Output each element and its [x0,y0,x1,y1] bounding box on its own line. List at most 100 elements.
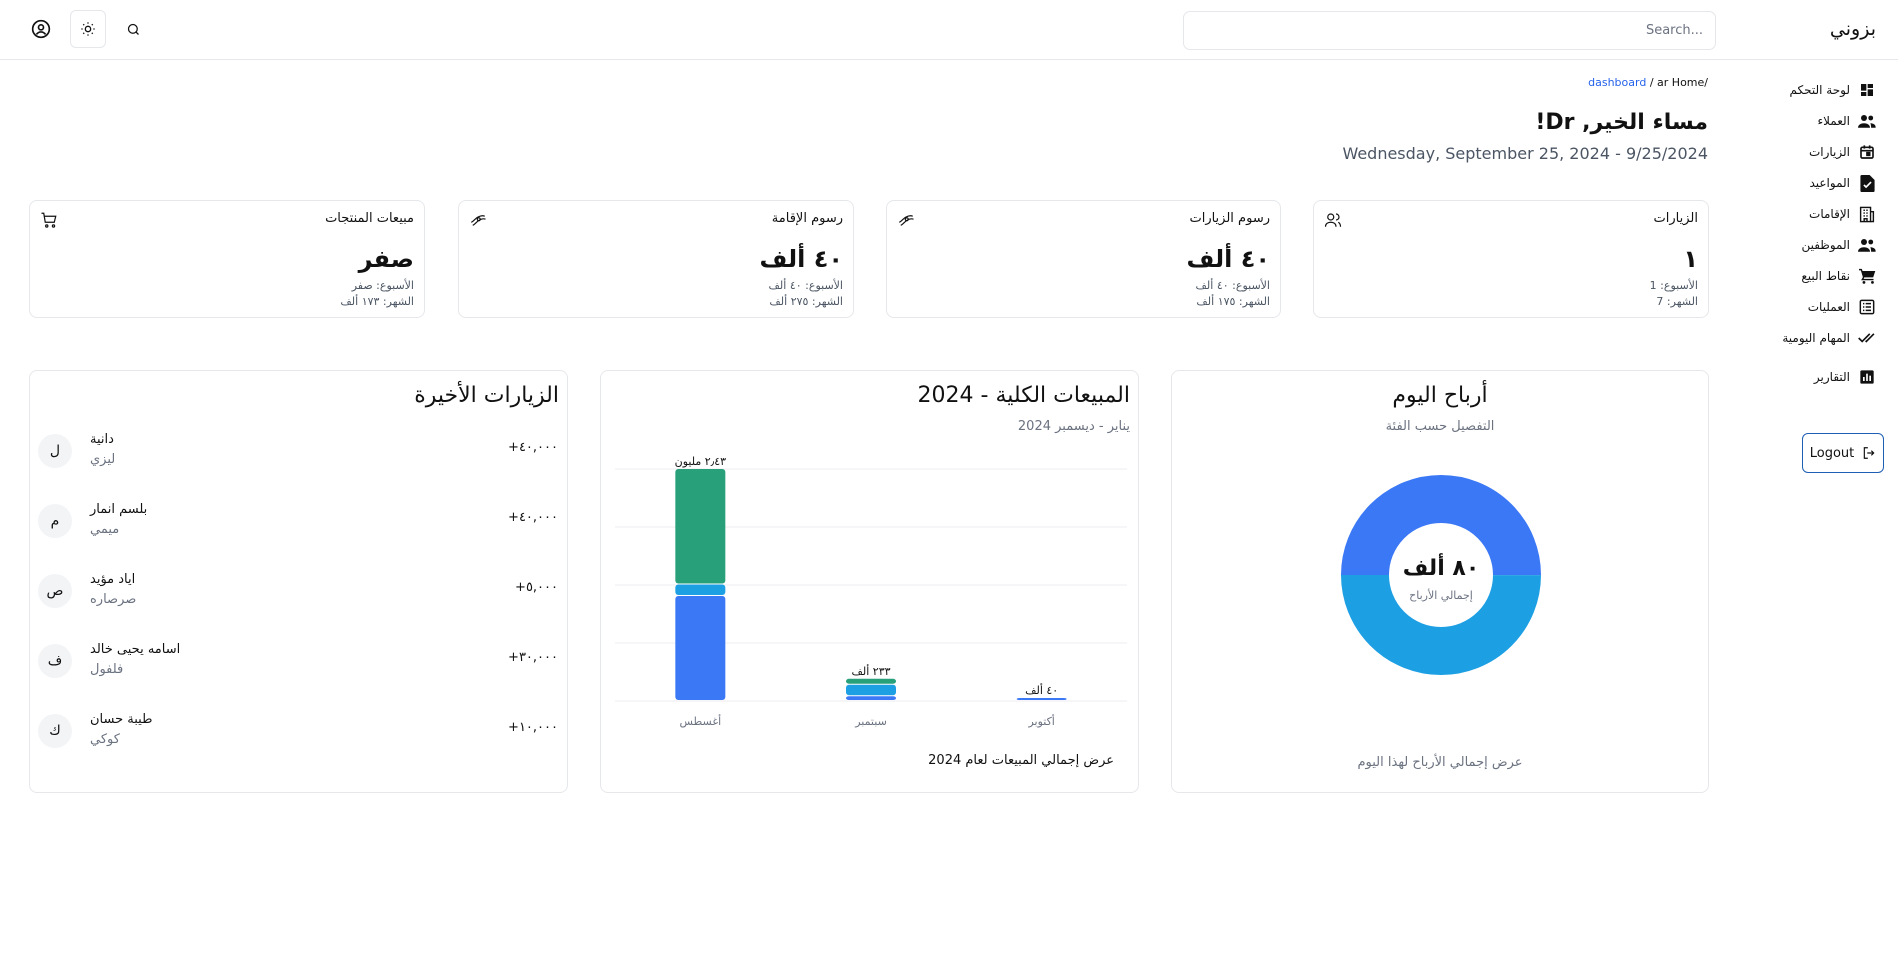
sidebar-item-appointments[interactable]: المواعيد [1809,173,1876,193]
bar-segment-0-2 [675,469,726,584]
sidebar-item-label: الموظفين [1801,238,1850,252]
bar-total-label: ٢٫٤٣ مليون [675,455,727,468]
recent-visits-panel: الزيارات الأخيرة ل دانية ليزي +٤٠,٠٠٠ م … [29,370,568,793]
visit-client-name: اسامه يحيى خالد [90,642,181,657]
avatar: ص [38,574,72,608]
sidebar-item-boarding[interactable]: الإقامات [1809,204,1876,224]
stat-value: ٤٠ ألف [759,245,843,273]
dashboard-icon [1858,81,1876,99]
visit-pet-name: فلفول [90,662,124,677]
avatar: ف [38,644,72,678]
sales-panel: المبيعات الكلية - 2024 يناير - ديسمبر 20… [600,370,1139,793]
sidebar-item-staff[interactable]: الموظفين [1801,235,1876,255]
breadcrumb-ar[interactable]: ar [1657,76,1668,89]
sidebar-item-label: نقاط البيع [1801,269,1850,283]
list-item[interactable]: ف اسامه يحيى خالد فلفول +٣٠,٠٠٠ [38,636,558,686]
search-input[interactable] [1183,11,1716,50]
panel-subtitle: يناير - ديسمبر 2024 [1017,419,1130,434]
avatar: ك [38,714,72,748]
search-icon [127,23,139,35]
stat-week: الأسبوع: 1 [1649,279,1698,292]
breadcrumb-separator: / [1649,76,1654,89]
profit-donut-chart: ٨٠ ألف إجمالي الأرباح [1341,475,1541,675]
visit-amount: +٣٠,٠٠٠ [508,650,558,665]
visit-pet-name: ميمي [90,522,120,537]
x-tick-label: سبتمبر [854,715,887,728]
user-account-button[interactable] [26,14,56,44]
list-item[interactable]: ص اياد مؤيد صرصاره +٥,٠٠٠ [38,566,558,616]
visit-amount: +٤٠,٠٠٠ [508,510,558,525]
breadcrumb-dashboard[interactable]: dashboard [1588,76,1646,89]
panel-footer: عرض إجمالي المبيعات لعام 2024 [928,753,1114,768]
search-button[interactable] [118,14,148,44]
sidebar-item-label: الزيارات [1808,145,1850,159]
logout-label: Logout [1809,445,1855,461]
cart-icon [41,212,57,228]
profit-panel: أرباح اليوم التفصيل حسب الفئة ٨٠ ألف إجم… [1171,370,1709,793]
sun-icon [81,22,95,36]
breadcrumb-home[interactable]: Home/ [1672,76,1708,89]
panel-title: الزيارات الأخيرة [414,383,559,408]
bar-total-label: ٤٠ ألف [1025,683,1058,697]
stat-card-boarding-fees: رسوم الإقامة ٤٠ ألف الأسبوع: ٤٠ ألف الشه… [458,200,854,318]
people-icon [1858,112,1876,130]
document-check-icon [1858,174,1876,192]
stat-value: صفر [358,245,414,273]
visit-client-name: بلسم انمار [90,502,148,517]
sidebar-item-daily-tasks[interactable]: المهام اليومية [1782,328,1876,348]
sidebar-item-pos[interactable]: نقاط البيع [1801,266,1876,286]
sidebar-item-label: العمليات [1807,300,1850,314]
donut-center-label: إجمالي الأرباح [1409,588,1473,602]
stat-value: ١ [1683,245,1698,273]
x-tick-label: أغسطس [679,714,721,728]
current-date: Wednesday, September 25, 2024 - 9/25/202… [1342,144,1708,163]
list-item[interactable]: ل دانية ليزي +٤٠,٠٠٠ [38,426,558,476]
sidebar-item-dashboard[interactable]: لوحة التحكم [1790,80,1877,100]
hotel-icon [1858,205,1876,223]
calendar-icon [1858,143,1876,161]
theme-toggle-button[interactable] [70,10,106,48]
sidebar-item-label: العملاء [1817,114,1850,128]
sidebar-item-clients[interactable]: العملاء [1817,111,1876,131]
sidebar-item-label: التقارير [1813,370,1850,384]
avatar: م [38,504,72,538]
stat-week: الأسبوع: ٤٠ ألف [768,279,843,292]
avatar: ل [38,434,72,468]
stat-card-visits: الزيارات ١ الأسبوع: 1 الشهر: 7 [1313,200,1709,318]
stat-month: الشهر: ١٧٥ ألف [1196,295,1270,308]
list-item[interactable]: م بلسم انمار ميمي +٤٠,٠٠٠ [38,496,558,546]
money-icon [471,215,486,226]
bar-segment-0-0 [675,595,726,700]
visit-client-name: اياد مؤيد [90,572,136,587]
stat-card-product-sales: مبيعات المنتجات صفر الأسبوع: صفر الشهر: … [29,200,425,318]
bar-segment-1-1 [846,684,896,696]
bar-segment-1-0 [846,696,896,700]
staff-icon [1858,236,1876,254]
list-item[interactable]: ك طيبة حسان كوكي +١٠,٠٠٠ [38,706,558,756]
logout-button[interactable]: Logout [1802,433,1884,473]
stat-month: الشهر: ٢٧٥ ألف [769,295,843,308]
visit-amount: +٤٠,٠٠٠ [508,440,558,455]
stat-card-visit-fees: رسوم الزيارات ٤٠ ألف الأسبوع: ٤٠ ألف الش… [886,200,1281,318]
stat-week: الأسبوع: صفر [351,279,414,292]
panel-footer: عرض إجمالي الأرباح لهذا اليوم [1357,755,1523,770]
bar-segment-1-2 [846,678,896,684]
visit-amount: +٥,٠٠٠ [515,580,558,595]
page-title: مساء الخير, Dr! [1535,110,1708,135]
stat-title: رسوم الإقامة [771,211,843,226]
stat-title: رسوم الزيارات [1189,211,1270,226]
stat-week: الأسبوع: ٤٠ ألف [1195,279,1270,292]
stat-title: الزيارات [1653,211,1698,226]
stat-month: الشهر: ١٧٣ ألف [340,295,414,308]
visit-pet-name: كوكي [90,732,120,747]
stat-month: الشهر: 7 [1656,295,1698,308]
money-icon [899,215,914,226]
visit-pet-name: ليزي [90,452,116,467]
sidebar-item-reports[interactable]: التقارير [1814,367,1876,387]
sidebar-item-visits[interactable]: الزيارات [1809,142,1876,162]
bar-segment-0-1 [675,584,726,595]
panel-title: أرباح اليوم [1392,383,1488,408]
logout-icon [1864,447,1875,459]
x-tick-label: أكتوبر [1027,714,1054,728]
sidebar-item-operations[interactable]: العمليات [1808,297,1876,317]
